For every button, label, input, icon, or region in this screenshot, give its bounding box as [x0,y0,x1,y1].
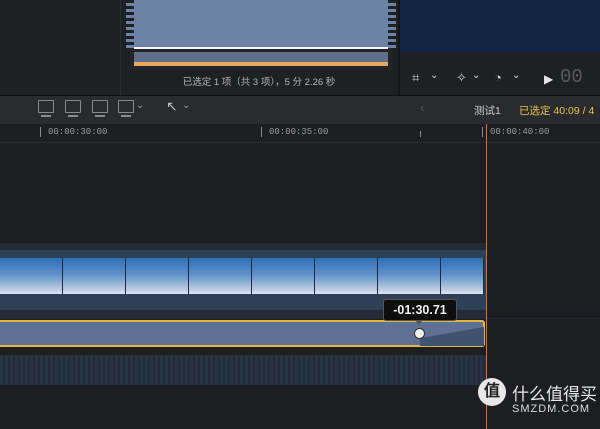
clip-strip [134,52,388,62]
filmstrip-frame [441,258,484,294]
ruler-tick [40,127,41,137]
chevron-down-icon[interactable]: ⌄ [182,100,190,111]
project-name: 测试1 [474,105,501,117]
clip-frame [134,0,388,48]
watermark-logo: 值 [478,378,506,406]
selected-range-bar [134,62,388,66]
filmstrip-frame [315,258,378,294]
chevron-down-icon[interactable]: ⌄ [430,70,438,81]
selected-duration: 已选定 40:09 / 4 [519,105,595,117]
speed-icon[interactable]: ◔ [494,70,502,85]
filmstrip-edge [126,0,134,48]
insert-clip-button[interactable] [65,100,81,117]
ruler-tick [261,127,262,137]
chevron-down-icon[interactable]: ⌄ [512,70,520,81]
audio-fade-curve [420,322,484,346]
crop-icon[interactable]: ⌗ [412,70,419,86]
ruler-tick [482,127,483,137]
ruler-timecode: 00:00:40:00 [490,127,550,137]
filmstrip-frame [0,258,63,294]
watermark-text: 什么值得买 [512,385,597,404]
range-line [134,47,388,49]
connect-clip-button[interactable] [38,100,54,117]
audio-waveform [0,355,486,385]
filmstrip-frame [378,258,441,294]
empty-timeline [487,243,600,318]
selection-info: 已选定 1 项（共 3 项），5 分 2.26 秒 [182,77,336,88]
timeline-toolbar [0,95,600,125]
append-clip-button[interactable] [92,100,108,117]
chevron-down-icon[interactable]: ⌄ [136,100,144,111]
ruler-timecode: 00:00:30:00 [48,127,108,137]
watermark-url: SMZDM.COM [512,403,591,415]
ruler-tick [420,131,421,137]
fade-duration-tooltip: -01:30.71 [383,299,457,321]
filmstrip-frame [252,258,315,294]
play-icon[interactable]: ▶ [544,72,553,86]
timecode-display: 00 [560,66,583,88]
overwrite-clip-button[interactable] [118,100,134,117]
enhance-icon[interactable]: ✧ [456,70,467,86]
fade-handle[interactable] [414,328,425,339]
filmstrip-edge [388,0,396,48]
ruler-timecode: 00:00:35:00 [269,127,329,137]
filmstrip-frame [189,258,252,294]
back-icon[interactable]: ‹ [420,100,424,115]
select-tool-icon[interactable]: ↖ [166,98,178,115]
filmstrip-frame [126,258,189,294]
chevron-down-icon[interactable]: ⌄ [472,70,480,81]
audio-clip-selected[interactable] [0,320,485,347]
viewer [400,0,600,52]
filmstrip-frame [63,258,126,294]
